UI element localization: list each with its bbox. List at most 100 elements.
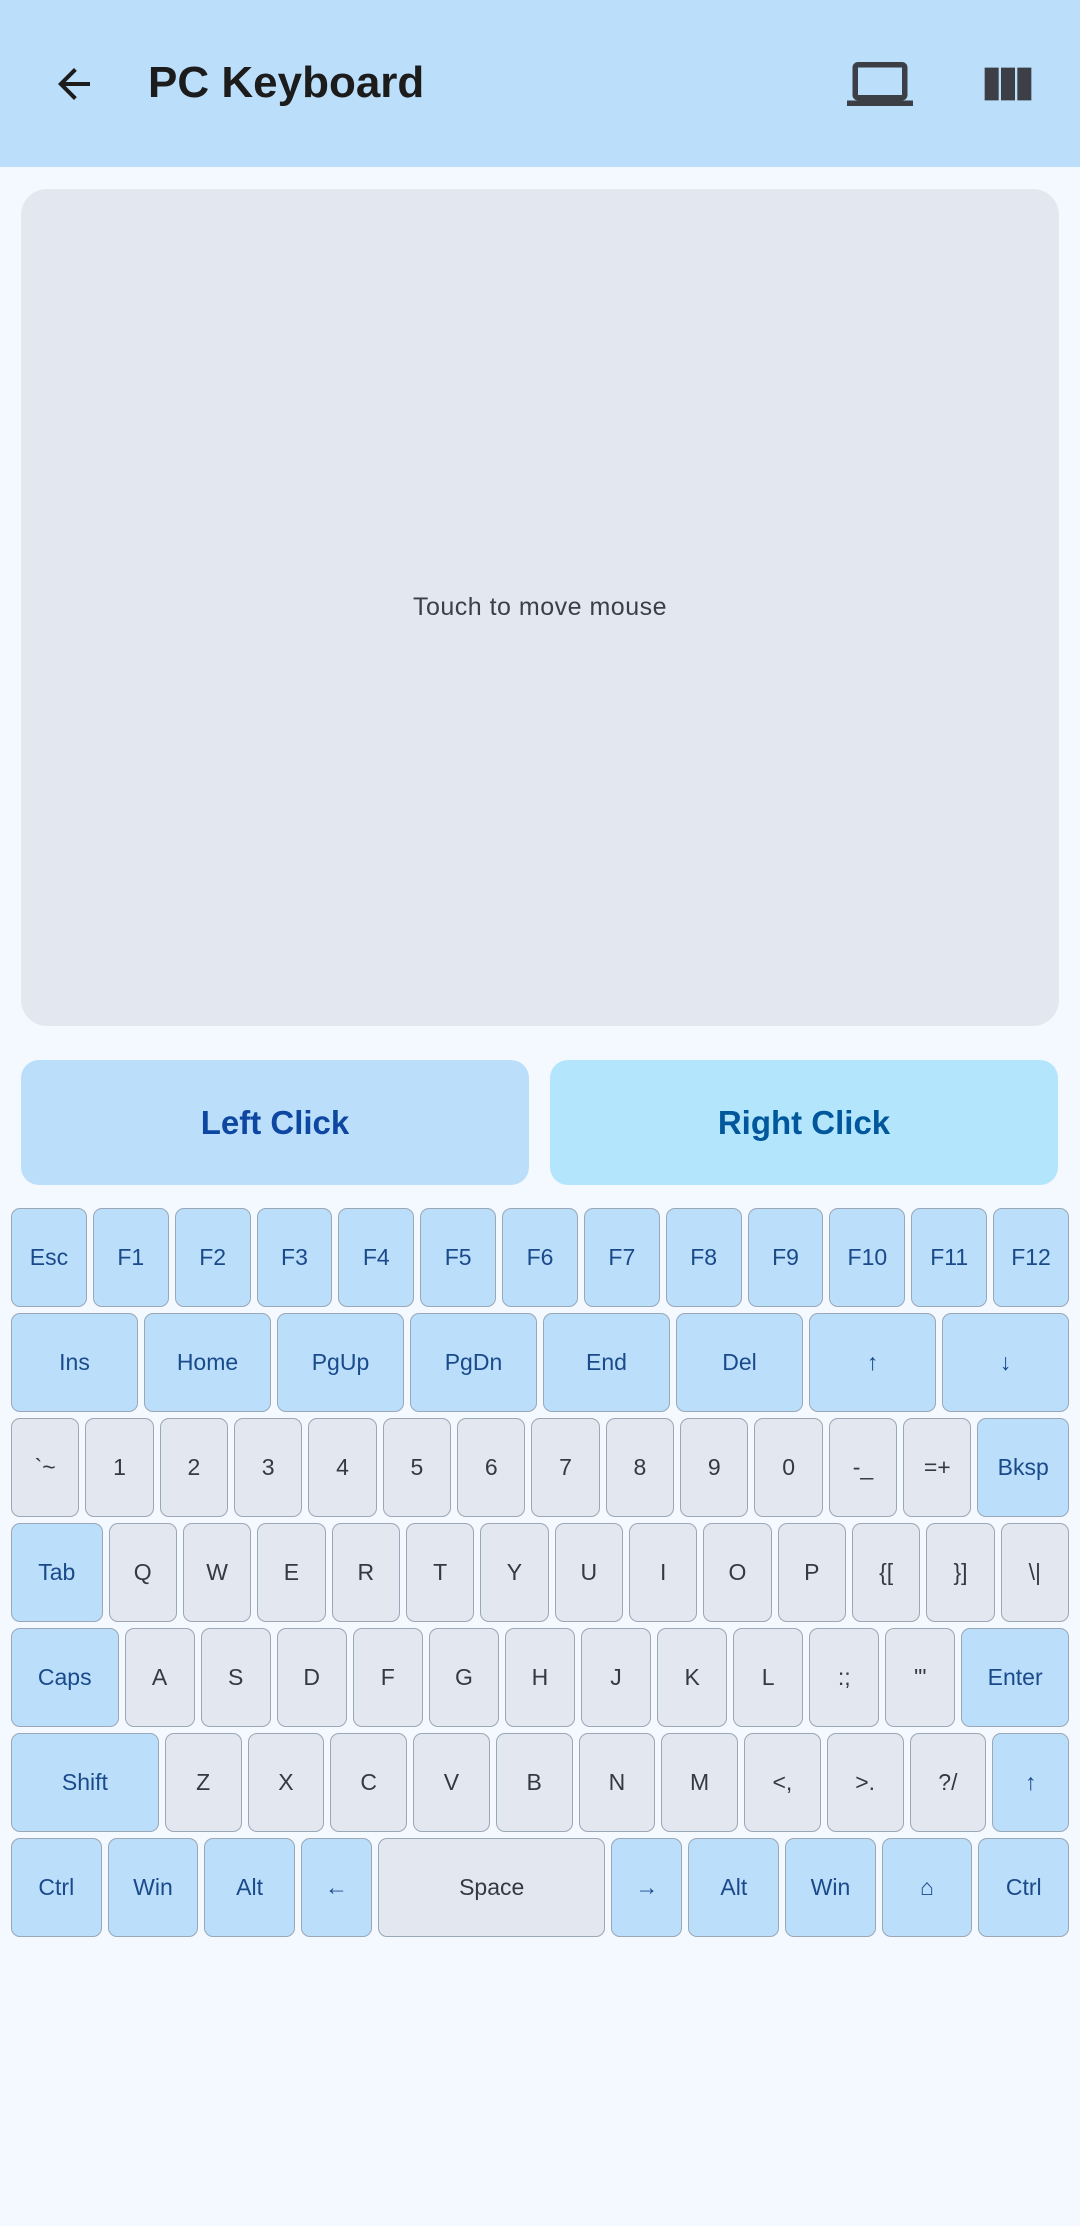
key-6-8[interactable]: ⌂ — [881, 1838, 973, 1937]
key-3-9[interactable]: O — [703, 1523, 772, 1622]
keyboard-row-6: Shift Z X C V B N M <, >. ?/↑ — [11, 1733, 1070, 1832]
key-2-1[interactable]: 1 — [85, 1418, 154, 1517]
key-3-8[interactable]: I — [628, 1523, 698, 1622]
key-2-13[interactable]: Bksp — [977, 1418, 1070, 1517]
key-4-11[interactable]: "' — [885, 1628, 956, 1727]
keyboard-row-1: Esc F1 F2 F3 F4 F5 F6 F7 F8 F9 F10 F11 F12 — [11, 1208, 1069, 1307]
key-5-2[interactable]: X — [247, 1733, 325, 1832]
key-2-11[interactable]: -_ — [828, 1418, 898, 1517]
key-5-10[interactable]: ?/ — [909, 1733, 987, 1832]
key-6-7[interactable]: Win — [785, 1838, 876, 1937]
key-2-2[interactable]: 2 — [159, 1418, 229, 1517]
key-5-7[interactable]: M — [661, 1733, 739, 1832]
key-0-9[interactable]: F9 — [747, 1208, 824, 1307]
key-3-7[interactable]: U — [554, 1523, 623, 1622]
key-5-3[interactable]: C — [330, 1733, 408, 1832]
key-2-9[interactable]: 9 — [680, 1418, 749, 1517]
key-0-2[interactable]: F2 — [174, 1208, 251, 1307]
key-5-11[interactable]: ↑ — [992, 1733, 1070, 1832]
key-4-5[interactable]: G — [428, 1628, 499, 1727]
key-5-6[interactable]: N — [578, 1733, 656, 1832]
key-1-6[interactable]: ↑ — [809, 1313, 936, 1412]
key-4-3[interactable]: D — [276, 1628, 347, 1727]
key-3-0[interactable]: Tab — [11, 1523, 103, 1622]
key-0-6[interactable]: F6 — [502, 1208, 578, 1307]
key-3-6[interactable]: Y — [480, 1523, 549, 1622]
key-1-0[interactable]: Ins — [11, 1313, 138, 1412]
key-4-6[interactable]: H — [504, 1628, 575, 1727]
key-5-0[interactable]: Shift — [11, 1733, 159, 1832]
key-6-6[interactable]: Alt — [688, 1838, 780, 1937]
key-5-4[interactable]: V — [413, 1733, 490, 1832]
laptop-icon — [847, 62, 913, 106]
key-0-3[interactable]: F3 — [256, 1208, 333, 1307]
key-0-12[interactable]: F12 — [993, 1208, 1069, 1307]
app-bar: PC Keyboard — [0, 0, 1080, 167]
key-1-5[interactable]: Del — [676, 1313, 803, 1412]
key-2-7[interactable]: 7 — [531, 1418, 600, 1517]
key-3-11[interactable]: {[ — [852, 1523, 921, 1622]
key-1-2[interactable]: PgUp — [277, 1313, 404, 1412]
key-4-4[interactable]: F — [352, 1628, 423, 1727]
key-2-6[interactable]: 6 — [457, 1418, 526, 1517]
key-3-3[interactable]: E — [257, 1523, 326, 1622]
key-2-4[interactable]: 4 — [308, 1418, 377, 1517]
key-1-3[interactable]: PgDn — [410, 1313, 537, 1412]
key-4-1[interactable]: A — [124, 1628, 195, 1727]
view-columns-icon — [984, 67, 1032, 101]
key-3-10[interactable]: P — [777, 1523, 846, 1622]
laptop-button[interactable] — [840, 44, 920, 124]
key-6-5[interactable]: → — [611, 1838, 683, 1937]
key-0-7[interactable]: F7 — [583, 1208, 660, 1307]
keyboard-row-3: `~ 1 2 3 4 5 6 7 8 9 0 -_ =+ Bksp — [11, 1418, 1070, 1517]
key-6-4[interactable]: Space — [378, 1838, 606, 1937]
key-4-12[interactable]: Enter — [961, 1628, 1069, 1727]
key-0-5[interactable]: F5 — [420, 1208, 497, 1307]
key-3-12[interactable]: }] — [926, 1523, 995, 1622]
key-6-3[interactable]: ← — [300, 1838, 373, 1937]
key-6-0[interactable]: Ctrl — [11, 1838, 102, 1937]
key-2-5[interactable]: 5 — [382, 1418, 452, 1517]
key-4-9[interactable]: L — [733, 1628, 804, 1727]
key-1-4[interactable]: End — [543, 1313, 670, 1412]
key-0-10[interactable]: F10 — [829, 1208, 906, 1307]
key-0-1[interactable]: F1 — [92, 1208, 169, 1307]
key-1-7[interactable]: ↓ — [942, 1313, 1069, 1412]
key-5-9[interactable]: >. — [826, 1733, 904, 1832]
key-0-11[interactable]: F11 — [911, 1208, 988, 1307]
key-2-0[interactable]: `~ — [11, 1418, 80, 1517]
key-3-13[interactable]: \| — [1000, 1523, 1070, 1622]
key-4-10[interactable]: :; — [809, 1628, 880, 1727]
arrow-left-icon — [58, 68, 90, 100]
key-0-0[interactable]: Esc — [11, 1208, 87, 1307]
key-5-1[interactable]: Z — [164, 1733, 242, 1832]
key-3-4[interactable]: R — [331, 1523, 400, 1622]
key-3-5[interactable]: T — [405, 1523, 475, 1622]
key-0-8[interactable]: F8 — [665, 1208, 742, 1307]
key-4-2[interactable]: S — [200, 1628, 271, 1727]
key-4-7[interactable]: J — [581, 1628, 652, 1727]
key-2-3[interactable]: 3 — [234, 1418, 303, 1517]
keyboard-row-2: Ins Home PgUp PgDn End Del ↑ ↓ — [11, 1313, 1069, 1412]
key-5-8[interactable]: <, — [744, 1733, 821, 1832]
key-1-1[interactable]: Home — [144, 1313, 271, 1412]
key-2-10[interactable]: 0 — [754, 1418, 823, 1517]
touchpad-hint: Touch to move mouse — [412, 593, 668, 621]
key-2-12[interactable]: =+ — [903, 1418, 972, 1517]
key-6-2[interactable]: Alt — [204, 1838, 295, 1937]
key-6-1[interactable]: Win — [107, 1838, 199, 1937]
key-3-1[interactable]: Q — [108, 1523, 177, 1622]
key-4-0[interactable]: Caps — [11, 1628, 119, 1727]
key-4-8[interactable]: K — [657, 1628, 728, 1727]
key-3-2[interactable]: W — [182, 1523, 252, 1622]
keyboard-row-4: Tab Q W E R T Y U I O P{[}] \| — [11, 1523, 1070, 1622]
left-click-button[interactable]: Left Click — [21, 1060, 529, 1185]
touchpad-area[interactable]: Touch to move mouse — [21, 189, 1059, 1026]
key-0-4[interactable]: F4 — [338, 1208, 415, 1307]
key-2-8[interactable]: 8 — [605, 1418, 675, 1517]
right-click-button[interactable]: Right Click — [550, 1060, 1058, 1185]
key-6-9[interactable]: Ctrl — [978, 1838, 1070, 1937]
back-button[interactable] — [38, 44, 110, 124]
view-columns-button[interactable] — [968, 44, 1048, 124]
key-5-5[interactable]: B — [495, 1733, 573, 1832]
